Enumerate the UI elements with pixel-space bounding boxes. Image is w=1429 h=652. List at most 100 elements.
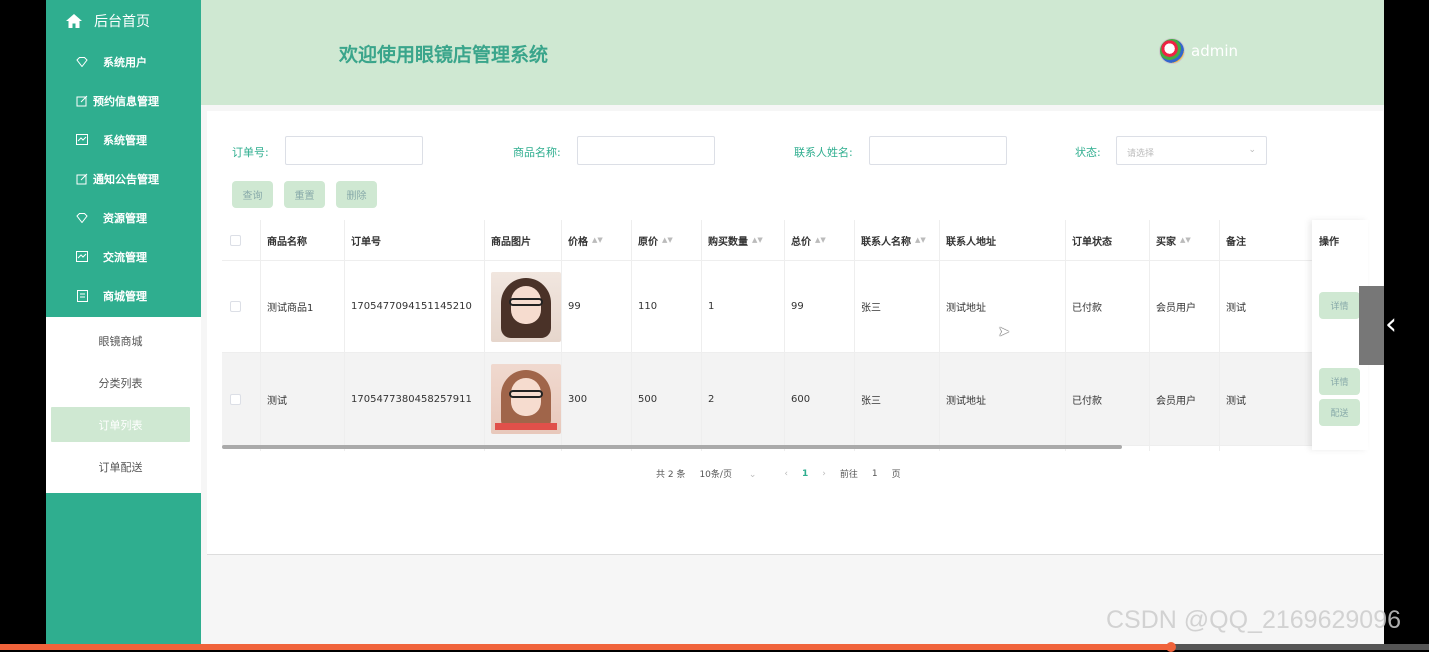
table-header: 商品名称 订单号 商品图片 价格 ▲▼ 原价 ▲▼ 购买数量 ▲▼ 总价 ▲▼ 联系人名… — [222, 220, 1368, 261]
col-product-image: 商品图片 — [491, 236, 531, 248]
sidebar-home[interactable]: 后台首页 — [46, 0, 201, 42]
status-label: 状态: — [1075, 146, 1101, 159]
col-original-price[interactable]: 原价 ▲▼ — [631, 220, 701, 260]
order-number-input[interactable] — [285, 136, 423, 165]
submenu-item-category-list[interactable]: 分类列表 — [51, 365, 190, 400]
sort-icon[interactable]: ▲▼ — [662, 236, 673, 244]
sidebar-item-notices[interactable]: 通知公告管理 — [46, 159, 201, 198]
col-contact-name[interactable]: 联系人名称 ▲▼ — [854, 220, 939, 260]
avatar — [1159, 38, 1185, 64]
cell-product-name: 测试商品1 — [267, 303, 314, 314]
delete-button[interactable]: 删除 — [336, 181, 377, 208]
query-button[interactable]: 查询 — [232, 181, 273, 208]
home-icon — [64, 11, 84, 31]
sidebar-item-label: 系统管理 — [103, 133, 147, 147]
sidebar-item-mall[interactable]: 商城管理 — [46, 276, 201, 315]
sidebar-item-label: 商城管理 — [103, 289, 147, 303]
col-total[interactable]: 总价 ▲▼ — [784, 220, 854, 260]
col-quantity-label: 购买数量 — [708, 236, 748, 248]
col-quantity[interactable]: 购买数量 ▲▼ — [701, 220, 784, 260]
sidebar-home-label: 后台首页 — [94, 14, 150, 30]
col-price-label: 价格 — [568, 236, 588, 248]
cell-product-image — [484, 353, 561, 445]
cell-buyer: 会员用户 — [1156, 303, 1196, 314]
row-select-cell[interactable] — [222, 261, 260, 352]
delivery-button[interactable]: 配送 — [1319, 399, 1360, 426]
document-icon — [75, 289, 89, 303]
detail-button[interactable]: 详情 — [1319, 292, 1360, 319]
sidebar-item-resources[interactable]: 资源管理 — [46, 198, 201, 237]
sidebar-item-label: 交流管理 — [103, 250, 147, 264]
cell-product-name: 测试 — [267, 395, 287, 407]
product-thumbnail[interactable] — [491, 364, 561, 434]
select-all-cell[interactable] — [222, 220, 260, 260]
submenu-item-order-list[interactable]: 订单列表 — [51, 407, 190, 442]
sidebar-item-label: 资源管理 — [103, 211, 147, 225]
horizontal-scrollbar[interactable] — [222, 445, 1122, 449]
status-placeholder: 请选择 — [1127, 149, 1155, 159]
contact-name-input[interactable] — [869, 136, 1007, 165]
sidebar-item-system-admin[interactable]: 系统管理 — [46, 120, 201, 159]
sort-icon[interactable]: ▲▼ — [915, 236, 926, 244]
cell-quantity: 1 — [708, 301, 715, 312]
cell-product-image — [484, 261, 561, 352]
header: 欢迎使用眼镜店管理系统 admin — [201, 0, 1384, 105]
product-name-input[interactable] — [577, 136, 715, 165]
submenu-item-glasses-mall[interactable]: 眼镜商城 — [51, 323, 190, 358]
goto-label: 前往 — [839, 470, 858, 480]
sidebar-item-label: 通知公告管理 — [93, 172, 159, 186]
reset-button[interactable]: 重置 — [284, 181, 325, 208]
product-thumbnail[interactable] — [491, 271, 561, 342]
detail-button[interactable]: 详情 — [1319, 368, 1360, 395]
diamond-icon — [75, 211, 89, 225]
col-buyer[interactable]: 买家 ▲▼ — [1149, 220, 1219, 260]
cell-note: 测试 — [1226, 303, 1246, 314]
next-page-icon[interactable]: › — [822, 469, 826, 479]
mall-submenu: 眼镜商城 分类列表 订单列表 订单配送 — [46, 317, 201, 493]
sidebar-item-system-users[interactable]: 系统用户 — [46, 42, 201, 81]
sort-icon[interactable]: ▲▼ — [815, 236, 826, 244]
orders-table: 商品名称 订单号 商品图片 价格 ▲▼ 原价 ▲▼ 购买数量 ▲▼ 总价 ▲▼ 联系人名… — [222, 220, 1368, 451]
prev-page-icon[interactable]: ‹ — [784, 469, 788, 479]
page-number-current[interactable]: 1 — [802, 469, 808, 479]
col-contact-name-label: 联系人名称 — [861, 236, 911, 248]
cell-total: 99 — [791, 301, 804, 312]
row-select-cell[interactable] — [222, 353, 260, 445]
cell-order-number: 1705477094151145210 — [351, 301, 472, 312]
edit-icon — [75, 172, 89, 186]
action-buttons: 查询 重置 删除 — [232, 181, 377, 208]
submenu-item-order-delivery[interactable]: 订单配送 — [51, 449, 190, 484]
search-form: 订单号: 商品名称: 联系人姓名: 状态: 请选择 ⌄ — [207, 136, 1383, 165]
sidebar-item-exchange[interactable]: 交流管理 — [46, 237, 201, 276]
user-menu[interactable]: admin — [1159, 38, 1238, 64]
diamond-icon — [75, 55, 89, 69]
sort-icon[interactable]: ▲▼ — [592, 236, 603, 244]
video-progress-bar[interactable] — [0, 642, 1429, 652]
cell-quantity: 2 — [708, 393, 715, 405]
sidebar-item-appointments[interactable]: 预约信息管理 — [46, 81, 201, 120]
mouse-cursor-icon: ➤ — [998, 324, 1010, 340]
cell-order-number: 1705477380458257911 — [351, 393, 472, 405]
chevron-down-icon: ⌄ — [1248, 145, 1256, 155]
chevron-left-icon[interactable]: ‹ — [1385, 307, 1397, 342]
sort-icon[interactable]: ▲▼ — [1180, 236, 1191, 244]
chart-icon — [75, 133, 89, 147]
pager-size-select[interactable]: 10条/页 ⌄ — [699, 467, 770, 480]
select-all-checkbox[interactable] — [230, 234, 241, 246]
row-checkbox[interactable] — [230, 393, 241, 405]
col-order-number: 订单号 — [351, 236, 381, 248]
table-row: 测试 1705477380458257911 300 500 2 600 张三 … — [222, 353, 1368, 446]
col-original-price-label: 原价 — [638, 236, 658, 248]
table-row: 测试商品1 1705477094151145210 99 110 1 99 张三… — [222, 261, 1368, 353]
progress-handle[interactable] — [1166, 642, 1176, 652]
sort-icon[interactable]: ▲▼ — [752, 236, 763, 244]
col-actions: 操作 — [1319, 236, 1339, 248]
side-panel-toggle[interactable] — [1359, 286, 1384, 365]
col-price[interactable]: 价格 ▲▼ — [561, 220, 631, 260]
status-select[interactable]: 请选择 ⌄ — [1116, 136, 1267, 165]
col-contact-address: 联系人地址 — [946, 236, 996, 248]
cell-original-price: 110 — [638, 301, 658, 312]
goto-page-input[interactable]: 1 — [872, 469, 878, 479]
row-checkbox[interactable] — [230, 301, 241, 312]
order-number-label: 订单号: — [232, 146, 269, 159]
